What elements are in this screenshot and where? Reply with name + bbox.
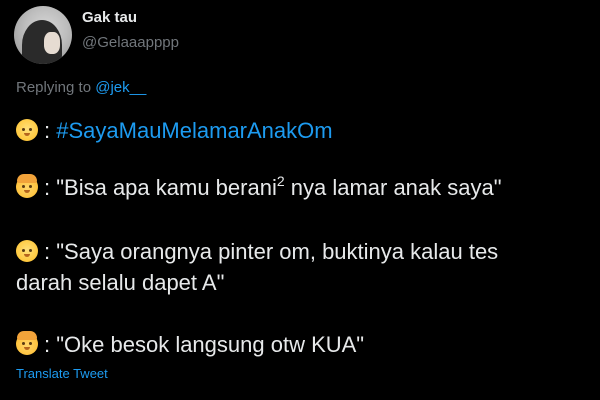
line5-text: : "Oke besok langsung otw KUA" — [44, 332, 365, 357]
tweet-line-3: : "Saya orangnya pinter om, buktinya kal… — [16, 237, 498, 267]
line2-text-end: nya lamar anak saya" — [284, 175, 502, 200]
older-person-emoji-icon — [16, 331, 38, 355]
hashtag-link[interactable]: #SayaMauMelamarAnakOm — [56, 118, 332, 143]
tweet-line-2: : "Bisa apa kamu berani2 nya lamar anak … — [16, 173, 502, 203]
translate-tweet-link[interactable]: Translate Tweet — [16, 366, 108, 381]
tweet-line-5: : "Oke besok langsung otw KUA" — [16, 330, 364, 360]
older-person-emoji-icon — [16, 174, 38, 198]
replying-to-label: Replying to — [16, 79, 92, 96]
line1-separator: : — [44, 118, 51, 143]
tweet: Gak tau @Gelaaapppp Replying to @jek__ :… — [0, 0, 600, 400]
tweet-line-4: darah selalu dapet A" — [16, 268, 224, 298]
baby-face-emoji-icon — [16, 119, 38, 141]
line4-text: darah selalu dapet A" — [16, 270, 225, 295]
tweet-line-1: : #SayaMauMelamarAnakOm — [16, 116, 333, 146]
user-handle[interactable]: @Gelaaapppp — [82, 34, 179, 51]
replying-to: Replying to @jek__ — [16, 79, 146, 96]
display-name[interactable]: Gak tau — [82, 9, 137, 26]
avatar[interactable] — [14, 6, 72, 64]
line2-text-start: : "Bisa apa kamu berani — [44, 175, 277, 200]
reply-mention-link[interactable]: @jek__ — [95, 79, 146, 96]
line3-text: : "Saya orangnya pinter om, buktinya kal… — [44, 239, 499, 264]
line2-superscript: 2 — [276, 173, 285, 189]
avatar-face-shape — [44, 32, 60, 54]
baby-face-emoji-icon — [16, 240, 38, 262]
